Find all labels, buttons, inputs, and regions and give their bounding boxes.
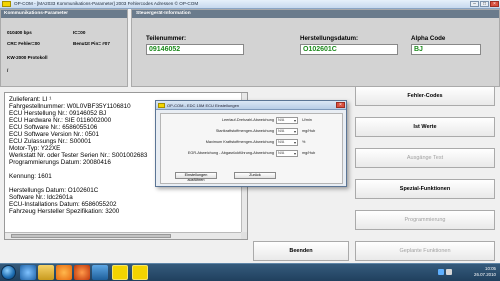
app-window: Kommunikations-Parameter 010400 bps IC=0… xyxy=(0,9,500,263)
media-player-icon[interactable] xyxy=(56,265,72,280)
horizontal-scrollbar[interactable] xyxy=(5,232,243,239)
dialog-logo-icon xyxy=(158,103,165,108)
info-line: Motor-Typ: Y22XE xyxy=(9,145,61,152)
teilenummer-field: 09146052 xyxy=(146,44,244,55)
maximize-button[interactable]: □ xyxy=(480,1,489,7)
clock[interactable]: 10:05 26.07.2010 xyxy=(474,266,496,278)
start-button[interactable] xyxy=(1,265,16,280)
dialog-body: Leerlauf-Drehzahl-Abweichung N/A U/min S… xyxy=(160,113,343,184)
dialog-close-button[interactable]: × xyxy=(336,102,345,108)
app-logo-icon xyxy=(2,1,11,7)
opcom-taskbar-icon[interactable] xyxy=(112,265,128,280)
geplante-funktionen-button[interactable]: Geplante Funktionen xyxy=(355,241,495,261)
info-line: Fahrzeug Hersteller Spezifikation: 3200 xyxy=(9,208,120,215)
setting-unit: mg/Hub xyxy=(302,151,316,155)
protocol: KW-2000 Protokoll xyxy=(7,55,48,60)
word-icon[interactable] xyxy=(92,265,108,280)
taskbar: 10:05 26.07.2010 xyxy=(0,263,500,281)
herstellungsdatum-field: O102601C xyxy=(300,44,398,55)
setting-row: EGR-Abweichung - Abgasrückführung-Abweic… xyxy=(161,149,344,158)
close-button[interactable]: × xyxy=(490,1,499,7)
minimize-button[interactable]: – xyxy=(470,1,479,7)
volume-icon[interactable] xyxy=(446,269,452,275)
ic-value: IC=00 xyxy=(73,30,86,35)
herstellungsdatum-label: Herstellungsdatum: xyxy=(300,35,359,42)
info-line: ECU Herstellung Nr.: 09146052 BJ xyxy=(9,110,107,117)
dialog-title: OP-COM - EDC 15M ECU Einstellungen xyxy=(167,103,240,108)
info-line: ECU-Installations Datum: 6586055202 xyxy=(9,201,117,208)
setting-label: Leerlauf-Drehzahl-Abweichung xyxy=(221,118,274,122)
einstellungen-ausfuehren-button[interactable]: Einstellungen ausführen xyxy=(175,172,217,182)
ecu-settings-dialog: OP-COM - EDC 15M ECU Einstellungen × Lee… xyxy=(155,100,347,187)
spezial-funktionen-button[interactable]: Spezial-Funktionen xyxy=(355,179,495,199)
info-line: Fahrgestellnummer: W0L0VBF35Y1106810 xyxy=(9,103,131,110)
setting-row: Maximum Kraftstoffmengen-Abweichung N/A … xyxy=(161,138,344,147)
protocol-slash: / xyxy=(7,68,9,73)
window-title: OP-COM - [MA2033 Kommunikations-Paramete… xyxy=(14,1,199,6)
steuergeraet-panel: Steuergerät-Information Teilenummer: 091… xyxy=(131,9,500,87)
info-line: Werkstatt Nr. oder Tester Serien Nr.: S0… xyxy=(9,152,148,159)
info-line: Kennung: 1601 xyxy=(9,173,52,180)
setting-unit: U/min xyxy=(302,118,312,122)
setting-select[interactable]: N/A xyxy=(276,128,298,135)
info-line: Programmierungs Datum: 20080416 xyxy=(9,159,111,166)
kommunikation-title: Kommunikations-Parameter xyxy=(4,11,68,16)
info-line: Zulieferant: LI ¹ xyxy=(9,96,52,103)
setting-row: Startkraftstoffmengen-Abweichung N/A mg/… xyxy=(161,127,344,136)
scroll-corner xyxy=(241,232,247,239)
setting-label: Maximum Kraftstoffmengen-Abweichung xyxy=(205,140,274,144)
programmierung-button[interactable]: Programmierung xyxy=(355,210,495,230)
crc-errors: CRC Fehler=00 xyxy=(7,41,40,46)
info-line: ECU Software Version Nr.: 0501 xyxy=(9,131,99,138)
ist-werte-button[interactable]: Ist Werte xyxy=(355,117,495,137)
internet-explorer-icon[interactable] xyxy=(20,265,36,280)
setting-label: EGR-Abweichung - Abgasrückführung-Abweic… xyxy=(187,151,274,155)
info-line: ECU Hardware Nr.: SIE 0116002000 xyxy=(9,117,112,124)
fehler-codes-button[interactable]: Fehler-Codes xyxy=(355,86,495,106)
ausgaenge-test-button[interactable]: Ausgänge Test xyxy=(355,148,495,168)
setting-label: Startkraftstoffmengen-Abweichung xyxy=(215,129,274,133)
info-line: Software Nr.: ldc2601a xyxy=(9,194,73,201)
baud-rate: 010400 bps xyxy=(7,30,32,35)
setting-select[interactable]: N/A xyxy=(276,117,298,124)
horizontal-scroll-thumb[interactable] xyxy=(11,234,171,238)
alpha-code-label: Alpha Code xyxy=(411,35,446,42)
clock-date: 26.07.2010 xyxy=(474,272,496,277)
setting-row: Leerlauf-Drehzahl-Abweichung N/A U/min xyxy=(161,116,344,125)
setting-select[interactable]: N/A xyxy=(276,139,298,146)
setting-unit: % xyxy=(302,140,306,144)
setting-unit: mg/Hub xyxy=(302,129,316,133)
info-line: Herstellungs Datum: O102601C xyxy=(9,187,99,194)
opcom-dialog-taskbar-icon[interactable] xyxy=(132,265,148,280)
zurueck-button[interactable]: Zurück xyxy=(234,172,276,179)
explorer-folder-icon[interactable] xyxy=(38,265,54,280)
window-titlebar: OP-COM - [MA2033 Kommunikations-Paramete… xyxy=(0,0,500,9)
steuergeraet-title: Steuergerät-Information xyxy=(136,11,191,16)
network-icon[interactable] xyxy=(438,269,444,275)
firefox-icon[interactable] xyxy=(74,265,90,280)
teilenummer-label: Teilenummer: xyxy=(146,35,187,42)
alpha-code-field: BJ xyxy=(411,44,481,55)
beenden-button[interactable]: Beenden xyxy=(253,241,349,261)
setting-select[interactable]: N/A xyxy=(276,150,298,157)
dialog-titlebar: OP-COM - EDC 15M ECU Einstellungen × xyxy=(156,101,346,110)
info-line: ECU Software Nr.: 6586055106 xyxy=(9,124,98,131)
pin-used: Benutzt Pin= #07 xyxy=(73,41,110,46)
kommunikation-panel: Kommunikations-Parameter 010400 bps IC=0… xyxy=(0,9,128,87)
system-tray: 10:05 26.07.2010 xyxy=(434,264,500,281)
info-line: ECU Zulassungs Nr.: S00001 xyxy=(9,138,92,145)
